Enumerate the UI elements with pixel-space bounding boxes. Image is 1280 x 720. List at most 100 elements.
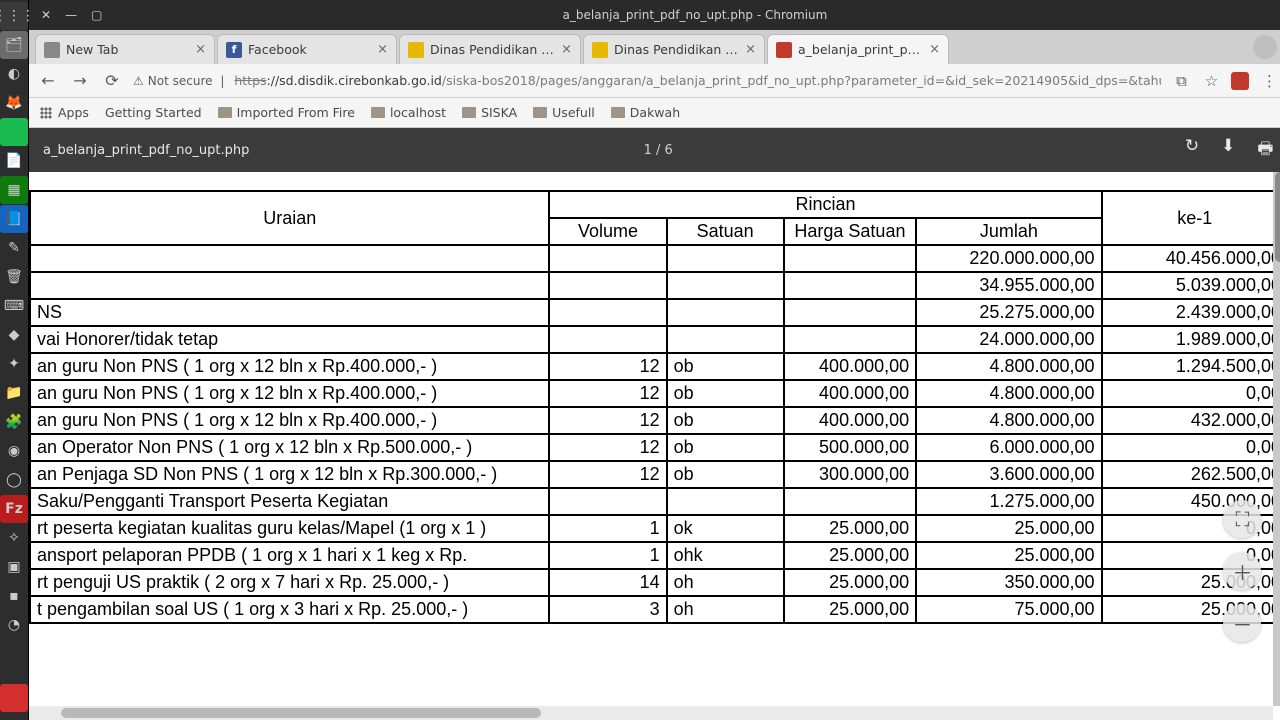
bookmark-imported[interactable]: Imported From Fire	[218, 105, 355, 120]
files-icon[interactable]: 🗂	[0, 31, 28, 59]
th-uraian: Uraian	[30, 191, 549, 245]
reload-icon[interactable]: ⟳	[101, 71, 123, 90]
window-titlebar: ✕ — ▢ a_belanja_print_pdf_no_upt.php - C…	[29, 0, 1280, 30]
pdf-page-indicator: 1 / 6	[644, 143, 673, 158]
bookmark-localhost[interactable]: localhost	[371, 105, 446, 120]
uraian: an Operator Non PNS ( 1 org x 12 bln x R…	[30, 434, 549, 461]
apps-grid-icon[interactable]: ⋮⋮⋮	[0, 2, 28, 30]
libreoffice-calc-icon[interactable]: ▦	[0, 176, 28, 204]
pdf-icon	[776, 42, 792, 58]
filezilla-icon[interactable]: Fz	[0, 495, 28, 523]
close-icon[interactable]: ×	[561, 42, 572, 57]
cell-ke1: 262.500,00	[1102, 461, 1280, 488]
bookmark-siska[interactable]: SISKA	[462, 105, 517, 120]
site-icon	[592, 42, 608, 58]
bookmark-label: Getting Started	[105, 105, 202, 120]
app-icon[interactable]: ✧	[0, 524, 28, 552]
bookmark-label: localhost	[390, 105, 446, 120]
firefox-icon[interactable]: ◐	[0, 60, 28, 88]
uraian: rt penguji US praktik ( 2 org x 7 hari x…	[30, 569, 549, 596]
text-editor-icon[interactable]: 📄	[0, 147, 28, 175]
pdf-zoom-controls: ⛶ ＋ －	[1223, 500, 1261, 642]
terminal-icon[interactable]: ▣	[0, 553, 28, 581]
running-indicator-icon[interactable]	[0, 118, 28, 146]
tab-dinas-2[interactable]: Dinas Pendidikan Kabu ×	[583, 34, 765, 64]
app-icon[interactable]: ◆	[0, 321, 28, 349]
profile-avatar[interactable]	[1253, 35, 1277, 59]
keyboard-icon[interactable]: ⌨	[0, 292, 28, 320]
apps-bookmark[interactable]: Apps	[39, 105, 89, 120]
folder-icon	[371, 107, 385, 118]
print-icon[interactable]: 🖶	[1257, 136, 1273, 165]
horizontal-scrollbar[interactable]	[29, 706, 1273, 720]
close-icon[interactable]: ×	[377, 42, 388, 57]
record-icon[interactable]	[0, 684, 28, 712]
bookmark-usefull[interactable]: Usefull	[533, 105, 595, 120]
terminal-icon[interactable]: ▪	[0, 582, 28, 610]
scroll-thumb[interactable]	[1275, 172, 1280, 262]
cell-ke1: 1.989.000,00	[1102, 326, 1280, 353]
th-ke1: ke-1	[1102, 191, 1280, 245]
cell-volume	[549, 299, 666, 326]
app-icon[interactable]: ✦	[0, 350, 28, 378]
close-icon[interactable]: ×	[745, 42, 756, 57]
close-icon[interactable]: ×	[929, 42, 940, 57]
close-icon[interactable]: ×	[195, 42, 206, 57]
fit-page-icon[interactable]: ⛶	[1223, 500, 1261, 538]
window-minimize-icon[interactable]: —	[65, 8, 77, 22]
rotate-icon[interactable]: ↻	[1185, 136, 1199, 165]
uraian: ansport pelaporan PPDB ( 1 org x 1 hari …	[30, 542, 549, 569]
uraian: an Penjaga SD Non PNS ( 1 org x 12 bln x…	[30, 461, 549, 488]
app-icon[interactable]: ◯	[0, 466, 28, 494]
vertical-scrollbar[interactable]	[1273, 172, 1280, 706]
star-icon[interactable]: ☆	[1201, 72, 1221, 90]
app-icon[interactable]: 🧩	[0, 408, 28, 436]
app-icon[interactable]: ✎	[0, 234, 28, 262]
extension-icon[interactable]	[1231, 72, 1249, 90]
uraian: an guru Non PNS ( 1 org x 12 bln x Rp.40…	[30, 407, 549, 434]
pdf-viewport[interactable]: Uraian Rincian ke-1 Volume Satuan Harga …	[29, 172, 1280, 720]
download-icon[interactable]: ⬇	[1221, 136, 1235, 165]
cell-ke1: 5.039.000,00	[1102, 272, 1280, 299]
tab-facebook[interactable]: f Facebook ×	[217, 34, 397, 64]
th-rincian: Rincian	[549, 191, 1101, 218]
libreoffice-writer-icon[interactable]: 📘	[0, 205, 28, 233]
chromium-icon[interactable]: ◉	[0, 437, 28, 465]
tab-new[interactable]: New Tab ×	[35, 34, 215, 64]
forward-icon[interactable]: →	[69, 71, 91, 90]
table-row: an Penjaga SD Non PNS ( 1 org x 12 bln x…	[30, 461, 1280, 488]
app-icon[interactable]: 📁	[0, 379, 28, 407]
cell-jumlah: 220.000.000,00	[916, 245, 1101, 272]
trash-icon[interactable]: 🗑	[0, 263, 28, 291]
window-maximize-icon[interactable]: ▢	[91, 8, 102, 22]
scroll-thumb[interactable]	[61, 708, 541, 718]
zoom-in-icon[interactable]: ＋	[1223, 552, 1261, 590]
gimp-icon[interactable]: 🦊	[0, 89, 28, 117]
tab-dinas-1[interactable]: Dinas Pendidikan Kabu ×	[399, 34, 581, 64]
uraian	[30, 272, 549, 299]
back-icon[interactable]: ←	[37, 71, 59, 90]
omnibox[interactable]: https ://sd.disdik.cirebonkab.go.id /sis…	[234, 69, 1161, 93]
table-row: Saku/Pengganti Transport Peserta Kegiata…	[30, 488, 1280, 515]
uraian: an guru Non PNS ( 1 org x 12 bln x Rp.40…	[30, 380, 549, 407]
tab-label: Dinas Pendidikan Kabu	[430, 42, 555, 57]
security-chip[interactable]: ⚠ Not secure |	[133, 74, 224, 88]
window-close-icon[interactable]: ✕	[41, 8, 51, 22]
cell-ke1: 0,00	[1102, 380, 1280, 407]
cell-volume: 12	[549, 461, 666, 488]
qr-icon[interactable]: ⧉	[1171, 72, 1191, 90]
bookmark-getting-started[interactable]: Getting Started	[105, 105, 202, 120]
cell-volume	[549, 326, 666, 353]
app-icon[interactable]: ◔	[0, 611, 28, 639]
folder-icon	[462, 107, 476, 118]
cell-harga: 25.000,00	[784, 542, 916, 569]
menu-icon[interactable]: ⋮	[1259, 72, 1279, 90]
table-row: an Operator Non PNS ( 1 org x 12 bln x R…	[30, 434, 1280, 461]
cell-volume	[549, 245, 666, 272]
bookmark-label: SISKA	[481, 105, 517, 120]
tab-pdf[interactable]: a_belanja_print_pdf_n ×	[767, 34, 949, 64]
table-row: 220.000.000,0040.456.000,00	[30, 245, 1280, 272]
zoom-out-icon[interactable]: －	[1223, 604, 1261, 642]
bookmark-dakwah[interactable]: Dakwah	[611, 105, 680, 120]
cell-volume	[549, 272, 666, 299]
